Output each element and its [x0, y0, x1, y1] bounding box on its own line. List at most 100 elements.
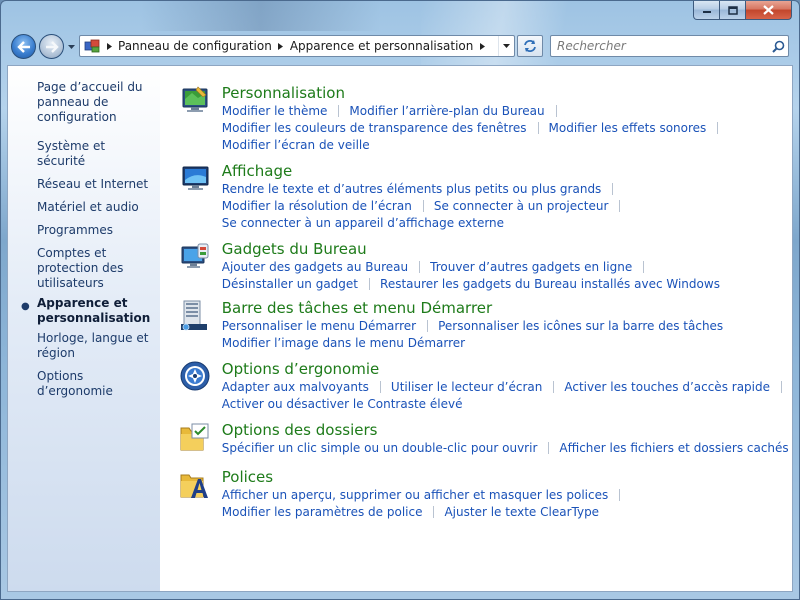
- minimize-icon: [702, 11, 711, 13]
- taskbar-start-icon[interactable]: [180, 299, 222, 352]
- content-area: Page d’accueil du panneau de configurati…: [7, 65, 793, 592]
- category-body: Personnalisation Modifier le thème Modifi…: [222, 84, 792, 154]
- sidebar-item-user-accounts[interactable]: Comptes et protection des utilisateurs: [8, 246, 160, 291]
- category-title[interactable]: Polices: [222, 468, 792, 487]
- task-link-restore-gadgets[interactable]: Restaurer les gadgets du Bureau installé…: [380, 277, 720, 291]
- task-link-screen-reader[interactable]: Utiliser le lecteur d’écran: [391, 380, 542, 394]
- sidebar-item-ease-of-access[interactable]: Options d’ergonomie: [8, 369, 160, 399]
- task-link-text-size[interactable]: Rendre le texte et d’autres éléments plu…: [222, 182, 602, 196]
- category-title[interactable]: Barre des tâches et menu Démarrer: [222, 299, 792, 318]
- task-row: Modifier l’écran de veille: [222, 137, 792, 154]
- link-divider: [419, 261, 421, 273]
- control-panel-icon: [82, 36, 102, 56]
- address-bar[interactable]: Panneau de configuration Apparence et pe…: [79, 35, 515, 57]
- search-box[interactable]: [550, 35, 789, 57]
- sidebar-item-home[interactable]: Page d’accueil du panneau de configurati…: [8, 80, 160, 125]
- task-link-sound-effects[interactable]: Modifier les effets sonores: [549, 121, 707, 135]
- close-button[interactable]: [746, 1, 792, 20]
- breadcrumb-separator[interactable]: [102, 36, 116, 56]
- link-divider: [433, 506, 435, 518]
- fonts-icon[interactable]: [180, 468, 222, 521]
- task-link-change-theme[interactable]: Modifier le thème: [222, 104, 328, 118]
- back-button[interactable]: [11, 34, 36, 59]
- task-link-low-vision[interactable]: Adapter aux malvoyants: [222, 380, 369, 394]
- category-title[interactable]: Personnalisation: [222, 84, 792, 103]
- refresh-button[interactable]: [517, 35, 543, 57]
- breadcrumb-label[interactable]: Panneau de configuration: [116, 39, 274, 53]
- task-row: Activer ou désactiver le Contraste élevé: [222, 396, 792, 413]
- search-icon[interactable]: [768, 40, 788, 53]
- task-link-change-background[interactable]: Modifier l’arrière-plan du Bureau: [349, 104, 544, 118]
- task-row: Modifier les couleurs de transparence de…: [222, 120, 792, 137]
- link-divider: [612, 183, 614, 195]
- task-row: Spécifier un clic simple ou un double-cl…: [222, 440, 792, 457]
- task-link-shortcut-keys[interactable]: Activer les touches d’accès rapide: [564, 380, 770, 394]
- task-link-click-mode[interactable]: Spécifier un clic simple ou un double-cl…: [222, 441, 538, 455]
- task-row: Se connecter à un appareil d’affichage e…: [222, 215, 792, 232]
- task-link-font-settings[interactable]: Modifier les paramètres de police: [222, 505, 423, 519]
- sidebar-item-appearance[interactable]: ● Apparence et personnalisation: [8, 296, 160, 326]
- breadcrumb-appearance[interactable]: Apparence et personnalisation: [288, 39, 476, 53]
- folder-options-icon[interactable]: [180, 421, 222, 457]
- sidebar-item-label: Programmes: [37, 223, 113, 237]
- task-link-hidden-files[interactable]: Afficher les fichiers et dossiers cachés: [559, 441, 788, 455]
- task-link-cleartype[interactable]: Ajuster le texte ClearType: [444, 505, 599, 519]
- minimize-button[interactable]: [693, 1, 720, 20]
- display-icon[interactable]: [180, 162, 222, 232]
- link-divider: [369, 278, 371, 290]
- breadcrumb-separator[interactable]: [475, 36, 489, 56]
- task-link-start-picture[interactable]: Modifier l’image dans le menu Démarrer: [222, 336, 465, 350]
- sidebar-item-clock-region[interactable]: Horloge, langue et région: [8, 331, 160, 361]
- task-link-add-gadgets[interactable]: Ajouter des gadgets au Bureau: [222, 260, 408, 274]
- category-title[interactable]: Options d’ergonomie: [222, 360, 792, 379]
- link-divider: [619, 200, 621, 212]
- sidebar-item-system-security[interactable]: Système et sécurité: [8, 139, 160, 169]
- sidebar-item-network[interactable]: Réseau et Internet: [8, 177, 160, 192]
- task-link-screen-resolution[interactable]: Modifier la résolution de l’écran: [222, 199, 412, 213]
- category-body: Options d’ergonomie Adapter aux malvoyan…: [222, 360, 792, 413]
- link-divider: [537, 122, 539, 134]
- recent-pages-dropdown[interactable]: [66, 42, 76, 52]
- chevron-down-icon: [503, 44, 510, 48]
- category-folder-options: Options des dossiers Spécifier un clic s…: [180, 421, 792, 457]
- task-link-window-colors[interactable]: Modifier les couleurs de transparence de…: [222, 121, 527, 135]
- task-link-find-gadgets[interactable]: Trouver d’autres gadgets en ligne: [430, 260, 632, 274]
- sidebar-item-label: Options d’ergonomie: [37, 369, 113, 398]
- close-icon: [763, 5, 774, 15]
- link-divider: [717, 122, 719, 134]
- link-divider: [379, 381, 381, 393]
- category-personalization: Personnalisation Modifier le thème Modifi…: [180, 84, 792, 154]
- category-title[interactable]: Gadgets du Bureau: [222, 240, 792, 259]
- breadcrumb-control-panel[interactable]: Panneau de configuration: [116, 39, 274, 53]
- task-link-projector[interactable]: Se connecter à un projecteur: [434, 199, 609, 213]
- sidebar-item-label: Horloge, langue et région: [37, 331, 149, 360]
- task-row: Modifier le thème Modifier l’arrière-plan…: [222, 103, 792, 120]
- forward-button[interactable]: [39, 34, 64, 59]
- sidebar-item-hardware-sound[interactable]: Matériel et audio: [8, 200, 160, 215]
- sidebar-item-label: Réseau et Internet: [37, 177, 149, 191]
- breadcrumb-label[interactable]: Apparence et personnalisation: [288, 39, 476, 53]
- task-link-preview-fonts[interactable]: Afficher un aperçu, supprimer ou affiche…: [222, 488, 608, 502]
- desktop-gadgets-icon[interactable]: [180, 240, 222, 293]
- breadcrumb-separator[interactable]: [274, 36, 288, 56]
- task-link-customize-taskbar-icons[interactable]: Personnaliser les icônes sur la barre de…: [438, 319, 723, 333]
- category-title[interactable]: Options des dossiers: [222, 421, 792, 440]
- task-link-uninstall-gadget[interactable]: Désinstaller un gadget: [222, 277, 358, 291]
- maximize-button[interactable]: [720, 1, 746, 20]
- task-link-customize-start[interactable]: Personnaliser le menu Démarrer: [222, 319, 416, 333]
- category-title[interactable]: Affichage: [222, 162, 792, 181]
- link-divider: [619, 489, 621, 501]
- task-link-external-display[interactable]: Se connecter à un appareil d’affichage e…: [222, 216, 504, 230]
- task-row: Rendre le texte et d’autres éléments plu…: [222, 181, 792, 198]
- task-link-screen-saver[interactable]: Modifier l’écran de veille: [222, 138, 370, 152]
- sidebar-item-programs[interactable]: Programmes: [8, 223, 160, 238]
- address-dropdown[interactable]: [498, 36, 514, 56]
- category-body: Gadgets du Bureau Ajouter des gadgets au…: [222, 240, 792, 293]
- glass-shading: [141, 1, 381, 31]
- category-ease-of-access: Options d’ergonomie Adapter aux malvoyan…: [180, 360, 792, 413]
- link-divider: [338, 105, 340, 117]
- ease-of-access-icon[interactable]: [180, 360, 222, 413]
- search-input[interactable]: [551, 39, 768, 53]
- personalization-icon[interactable]: [180, 84, 222, 154]
- task-link-high-contrast[interactable]: Activer ou désactiver le Contraste élevé: [222, 397, 463, 411]
